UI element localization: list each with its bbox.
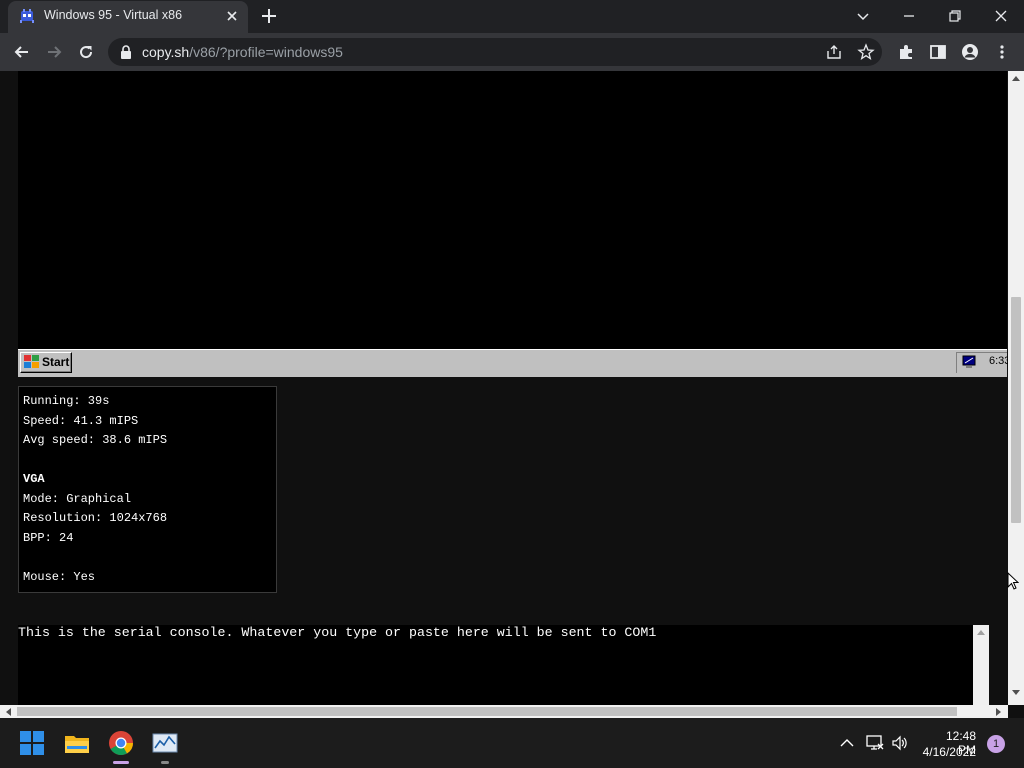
scroll-up-icon[interactable] bbox=[1012, 75, 1020, 81]
running-app-indicator bbox=[161, 761, 169, 764]
extensions-icon[interactable] bbox=[897, 43, 915, 61]
profile-icon[interactable] bbox=[961, 43, 979, 61]
notification-badge[interactable]: 1 bbox=[987, 735, 1005, 753]
taskbar-date[interactable]: 4/16/2022 bbox=[920, 745, 976, 759]
tab-title: Windows 95 - Virtual x86 bbox=[44, 8, 183, 22]
lock-icon[interactable] bbox=[120, 45, 132, 59]
vm-screen[interactable] bbox=[18, 71, 1007, 349]
close-tab-icon[interactable] bbox=[224, 8, 240, 24]
windows-start-icon[interactable] bbox=[18, 729, 46, 757]
windows-flag-icon bbox=[24, 355, 39, 368]
bookmark-star-icon[interactable] bbox=[857, 43, 875, 61]
stat-speed: Speed: 41.3 mIPS bbox=[23, 414, 139, 428]
scroll-right-icon[interactable] bbox=[996, 708, 1002, 716]
url-path: /v86/?profile=windows95 bbox=[189, 44, 343, 60]
restore-icon[interactable] bbox=[945, 6, 965, 26]
url-text[interactable]: copy.sh/v86/?profile=windows95 bbox=[142, 44, 343, 60]
network-icon[interactable] bbox=[866, 735, 884, 751]
stat-running: Running: 39s bbox=[23, 394, 110, 408]
chrome-icon[interactable] bbox=[107, 729, 135, 757]
resource-monitor-icon[interactable] bbox=[151, 729, 179, 757]
vertical-scroll-thumb[interactable] bbox=[1011, 297, 1021, 523]
show-hidden-icons-chevron-icon[interactable] bbox=[839, 736, 855, 750]
scroll-left-icon[interactable] bbox=[5, 708, 11, 716]
volume-icon[interactable] bbox=[891, 735, 909, 751]
menu-kebab-icon[interactable] bbox=[993, 43, 1011, 61]
display-settings-icon[interactable] bbox=[962, 355, 978, 370]
url-host: copy.sh bbox=[142, 44, 190, 60]
stat-avg-speed: Avg speed: 38.6 mIPS bbox=[23, 433, 168, 447]
start-label: Start bbox=[42, 355, 70, 369]
mouse-cursor-icon bbox=[1007, 572, 1019, 590]
tab-search-chevron-icon[interactable] bbox=[853, 6, 873, 26]
reload-icon[interactable] bbox=[76, 42, 96, 62]
new-tab-icon[interactable] bbox=[260, 7, 278, 25]
v86-favicon-icon bbox=[20, 9, 34, 23]
scroll-down-icon[interactable] bbox=[1012, 690, 1020, 696]
share-icon[interactable] bbox=[825, 43, 843, 61]
horizontal-scroll-thumb[interactable] bbox=[17, 707, 957, 716]
back-icon[interactable] bbox=[12, 42, 32, 62]
forward-icon[interactable] bbox=[44, 42, 64, 62]
close-window-icon[interactable] bbox=[991, 6, 1011, 26]
stat-vga-heading: VGA bbox=[23, 472, 45, 486]
serial-console-text: This is the serial console. Whatever you… bbox=[18, 625, 657, 640]
serial-console-scrollbar[interactable] bbox=[973, 625, 989, 705]
scroll-up-arrow-icon[interactable] bbox=[977, 629, 985, 635]
stat-mouse: Mouse: Yes bbox=[23, 570, 96, 584]
file-explorer-icon[interactable] bbox=[63, 729, 91, 757]
side-panel-icon[interactable] bbox=[929, 43, 947, 61]
stat-mode: Mode: Graphical bbox=[23, 492, 132, 506]
active-app-indicator bbox=[113, 761, 129, 764]
stat-bpp: BPP: 24 bbox=[23, 531, 74, 545]
minimize-icon[interactable] bbox=[899, 6, 919, 26]
win95-taskbar bbox=[18, 349, 1007, 377]
stat-resolution: Resolution: 1024x768 bbox=[23, 511, 168, 525]
